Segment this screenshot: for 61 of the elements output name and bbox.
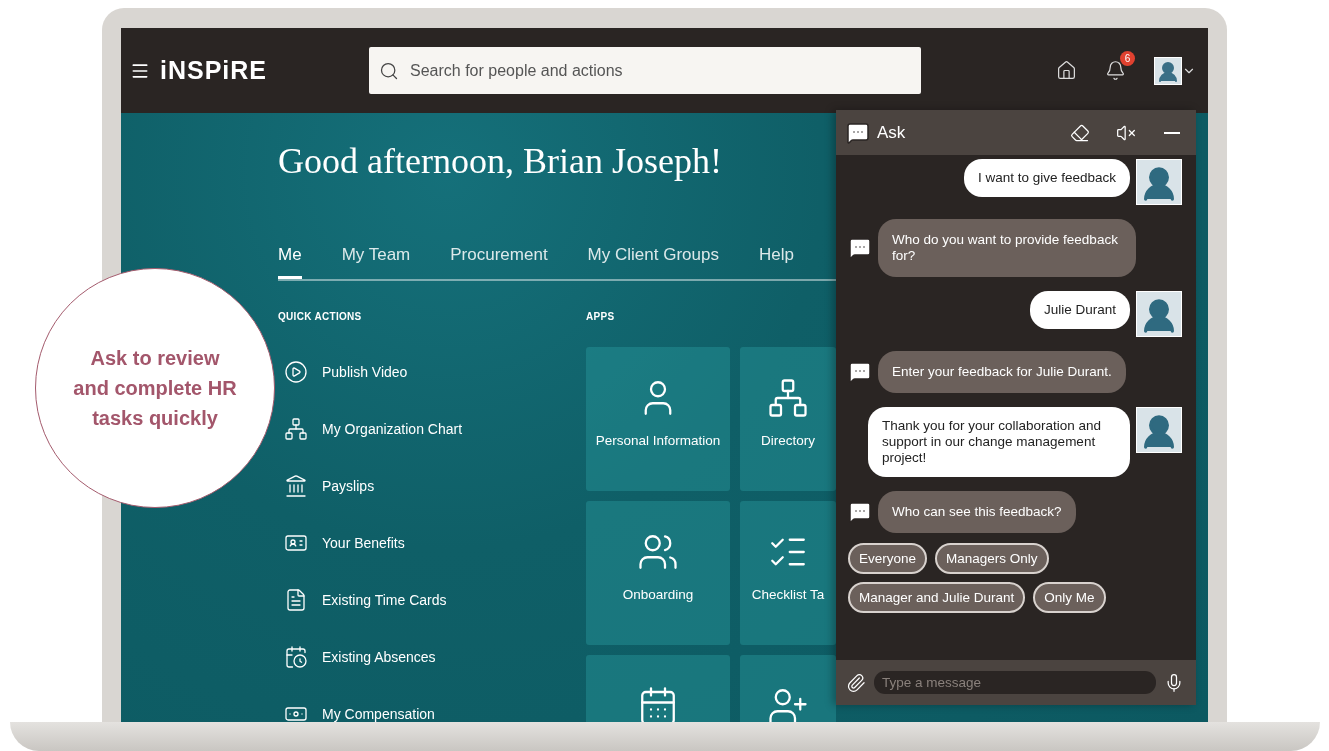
bot-message: Who can see this feedback? bbox=[878, 491, 1076, 533]
document-icon bbox=[284, 588, 308, 612]
notification-count: 6 bbox=[1120, 51, 1135, 66]
reply-option[interactable]: Only Me bbox=[1033, 582, 1106, 613]
search-icon bbox=[379, 60, 400, 81]
user-message: I want to give feedback bbox=[963, 159, 1130, 197]
greeting: Good afternoon, Brian Joseph! bbox=[278, 140, 723, 183]
user-avatar bbox=[1136, 159, 1182, 205]
hierarchy-icon bbox=[284, 417, 308, 441]
tab[interactable]: My Client Groups bbox=[587, 245, 719, 279]
app-tile[interactable]: Checklist Ta bbox=[740, 501, 836, 645]
bot-icon bbox=[848, 360, 872, 384]
search-field[interactable]: Search for people and actions bbox=[369, 47, 922, 94]
tab[interactable]: Procurement bbox=[450, 245, 548, 279]
paperclip-icon bbox=[846, 672, 866, 693]
attach-button[interactable] bbox=[846, 672, 866, 693]
tab[interactable]: Help bbox=[758, 245, 794, 279]
hierarchy-icon bbox=[767, 377, 809, 419]
chat-bubble-icon bbox=[846, 120, 870, 145]
logo: iNSPiRE bbox=[160, 56, 268, 85]
section-title: QUICK ACTIONS bbox=[278, 311, 363, 322]
user-avatar bbox=[1136, 291, 1182, 337]
play-circle-icon bbox=[284, 360, 308, 384]
tab[interactable]: My Team bbox=[341, 245, 411, 279]
calendar-clock-icon bbox=[284, 645, 308, 669]
chat-title: Ask bbox=[877, 122, 906, 143]
quick-action-link[interactable]: Publish Video bbox=[278, 360, 586, 384]
quick-action-link[interactable]: Existing Time Cards bbox=[278, 588, 586, 612]
home-icon bbox=[1056, 60, 1077, 81]
bot-message: Enter your feedback for Julie Durant. bbox=[878, 351, 1126, 393]
quick-action-link[interactable]: My Organization Chart bbox=[278, 417, 586, 441]
bot-icon bbox=[848, 500, 872, 524]
bot-message: Who do you want to provide feedback for? bbox=[878, 219, 1136, 277]
reply-option[interactable]: Everyone bbox=[848, 543, 928, 574]
user-message: Julie Durant bbox=[1029, 291, 1130, 329]
user-menu-button[interactable] bbox=[1154, 56, 1196, 85]
bank-building-icon bbox=[284, 474, 308, 498]
user-avatar bbox=[1136, 407, 1182, 453]
bot-icon bbox=[848, 236, 872, 260]
search-input[interactable]: Search for people and actions bbox=[408, 60, 912, 81]
app-tile[interactable]: Onboarding bbox=[586, 501, 730, 645]
quick-action-link[interactable]: Your Benefits bbox=[278, 531, 586, 555]
user-message: Thank you for your collaboration and support in our change management project! bbox=[868, 407, 1130, 477]
callout-text: Ask to review and complete HR tasks quickly bbox=[72, 346, 238, 431]
minimize-icon bbox=[1164, 131, 1180, 134]
message-input[interactable]: Type a message bbox=[874, 671, 1156, 694]
home-button[interactable] bbox=[1056, 60, 1077, 81]
section-title: APPS bbox=[586, 311, 616, 322]
bell-icon bbox=[1105, 60, 1126, 81]
reply-option[interactable]: Managers Only bbox=[935, 543, 1049, 574]
quick-action-link[interactable]: Payslips bbox=[278, 474, 586, 498]
eraser-icon bbox=[1070, 122, 1090, 143]
notifications-button[interactable] bbox=[1105, 60, 1126, 81]
eraser-button[interactable] bbox=[1070, 122, 1090, 143]
quick-action-link[interactable]: My Compensation bbox=[278, 702, 586, 722]
reply-option[interactable]: Manager and Julie Durant bbox=[848, 582, 1026, 613]
quick-action-link[interactable]: Existing Absences bbox=[278, 645, 586, 669]
avatar-silhouette bbox=[1154, 56, 1182, 85]
app-tile[interactable]: Directory bbox=[740, 347, 836, 491]
app-tile[interactable]: Personal Information bbox=[586, 347, 730, 491]
tab[interactable]: Me bbox=[278, 245, 302, 279]
